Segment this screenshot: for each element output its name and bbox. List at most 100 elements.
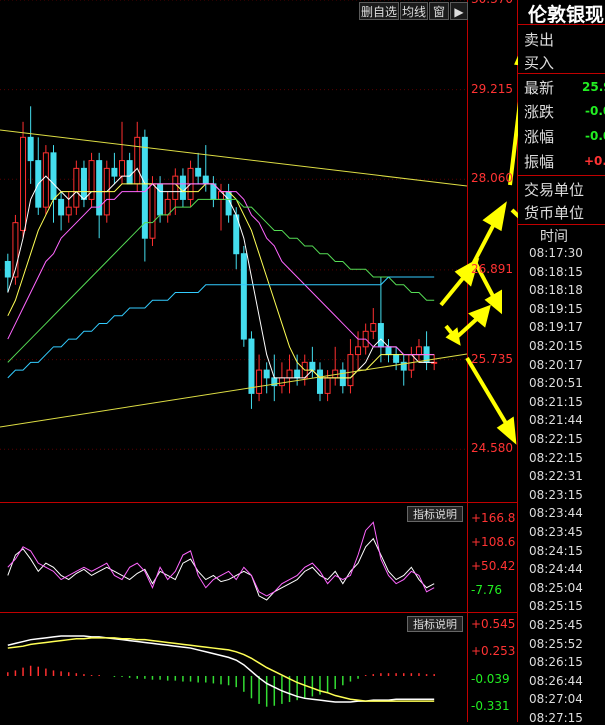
change-label: 涨跌 <box>524 103 555 121</box>
price-tick-label: 26.891 <box>471 261 513 276</box>
quote-divider <box>518 73 605 74</box>
tick-time: 08:22:15 <box>529 450 583 465</box>
sell-label: 卖出 <box>524 31 555 49</box>
candle <box>111 167 118 177</box>
ma-line <box>7 276 435 379</box>
tick-time: 08:18:15 <box>529 264 583 279</box>
candle <box>278 377 285 387</box>
candle <box>263 369 270 379</box>
pct-value: -0.0 <box>585 129 605 143</box>
candle <box>309 361 316 371</box>
tick-time: 08:25:52 <box>529 636 583 651</box>
indicator-info-button-2[interactable]: 指标说明 <box>407 616 463 632</box>
candle <box>4 260 11 278</box>
tick-time: 08:22:15 <box>529 432 583 446</box>
oscillator-tick-label: +166.8 <box>471 511 516 526</box>
candle <box>179 175 186 200</box>
candle <box>248 338 255 394</box>
candle <box>42 152 49 208</box>
tick-time: 08:23:15 <box>529 487 583 502</box>
unit-divider <box>518 175 605 176</box>
price-tick-label: 30.370 <box>471 0 513 6</box>
currency-unit-label: 货币单位 <box>524 204 585 222</box>
pct-label: 涨幅 <box>524 128 555 146</box>
tick-time: 08:26:44 <box>529 673 583 688</box>
tick-time: 08:24:44 <box>529 562 583 577</box>
lower-trend-line <box>0 353 468 428</box>
candle <box>415 346 422 356</box>
tick-time: 08:27:15 <box>529 711 583 725</box>
candle <box>58 198 65 216</box>
arrow-5 <box>508 101 518 186</box>
remove-watchlist-button[interactable]: 删自选 <box>359 2 399 20</box>
play-icon[interactable]: ▶ <box>450 2 468 20</box>
candle <box>65 206 72 216</box>
indicator-info-button-1[interactable]: 指标说明 <box>407 506 463 522</box>
title-divider <box>518 24 605 25</box>
tick-time: 08:23:45 <box>529 525 583 539</box>
macd-line <box>7 637 435 702</box>
oscillator-line <box>7 521 435 597</box>
oscillator-line <box>7 537 435 601</box>
tick-time: 08:27:04 <box>529 692 583 707</box>
candle <box>80 167 87 200</box>
candle <box>50 152 57 200</box>
candle <box>202 175 209 185</box>
candle <box>377 323 384 348</box>
price-tick-label: 29.215 <box>471 81 513 96</box>
candle <box>347 354 354 387</box>
candle <box>393 354 400 363</box>
chart-area <box>0 0 518 722</box>
tick-time: 08:21:15 <box>529 394 583 409</box>
candle <box>157 183 164 216</box>
buy-label: 买入 <box>524 54 555 72</box>
candle <box>385 346 392 356</box>
tick-time: 08:19:15 <box>529 301 583 316</box>
trade-unit-label: 交易单位 <box>524 181 585 199</box>
tick-time: 08:17:30 <box>529 246 583 260</box>
amp-value: +0.2 <box>584 154 605 168</box>
price-tick-label: 25.735 <box>471 351 513 366</box>
candle <box>316 369 323 394</box>
macd-tick-label: -0.331 <box>471 698 510 713</box>
candle <box>134 136 141 185</box>
candle <box>195 167 202 177</box>
candle <box>27 136 34 162</box>
tick-time: 08:23:44 <box>529 506 583 521</box>
candle <box>286 369 293 379</box>
latest-label: 最新 <box>524 79 555 97</box>
candle <box>240 253 247 340</box>
price-tick-label: 28.060 <box>471 171 513 186</box>
candle <box>256 369 263 394</box>
arrow-2-head <box>482 201 507 232</box>
amp-label: 振幅 <box>524 153 555 171</box>
macd-line <box>7 635 435 703</box>
window-button[interactable]: 窗 <box>429 2 449 20</box>
arrow-9 <box>465 356 509 427</box>
tick-time: 08:22:31 <box>529 469 583 484</box>
tick-time: 08:26:15 <box>529 655 583 670</box>
time-header: 时间 <box>540 229 568 245</box>
oscillator-tick-label: +108.6 <box>471 535 516 550</box>
candle <box>119 160 126 177</box>
price-tick-label: 24.580 <box>471 441 513 456</box>
instrument-title: 伦敦银现 <box>528 4 605 26</box>
annotation-arrows <box>439 55 518 445</box>
ma-button[interactable]: 均线 <box>400 2 428 20</box>
candle <box>149 183 156 239</box>
tick-time: 08:25:45 <box>529 618 583 632</box>
tick-time: 08:25:04 <box>529 580 583 595</box>
candle <box>172 175 179 200</box>
macd-tick-label: +0.253 <box>471 644 516 659</box>
candle <box>355 346 362 356</box>
candle <box>324 377 331 394</box>
macd-tick-label: -0.039 <box>471 671 510 686</box>
change-value: -0.0 <box>585 104 605 118</box>
candle <box>126 160 133 185</box>
candle <box>294 369 301 379</box>
tick-time: 08:20:17 <box>529 357 583 372</box>
latest-value: 25.9 <box>582 80 605 94</box>
tick-time: 08:25:15 <box>529 599 583 614</box>
arrow-2 <box>470 221 497 267</box>
tick-time: 08:18:18 <box>529 283 583 298</box>
